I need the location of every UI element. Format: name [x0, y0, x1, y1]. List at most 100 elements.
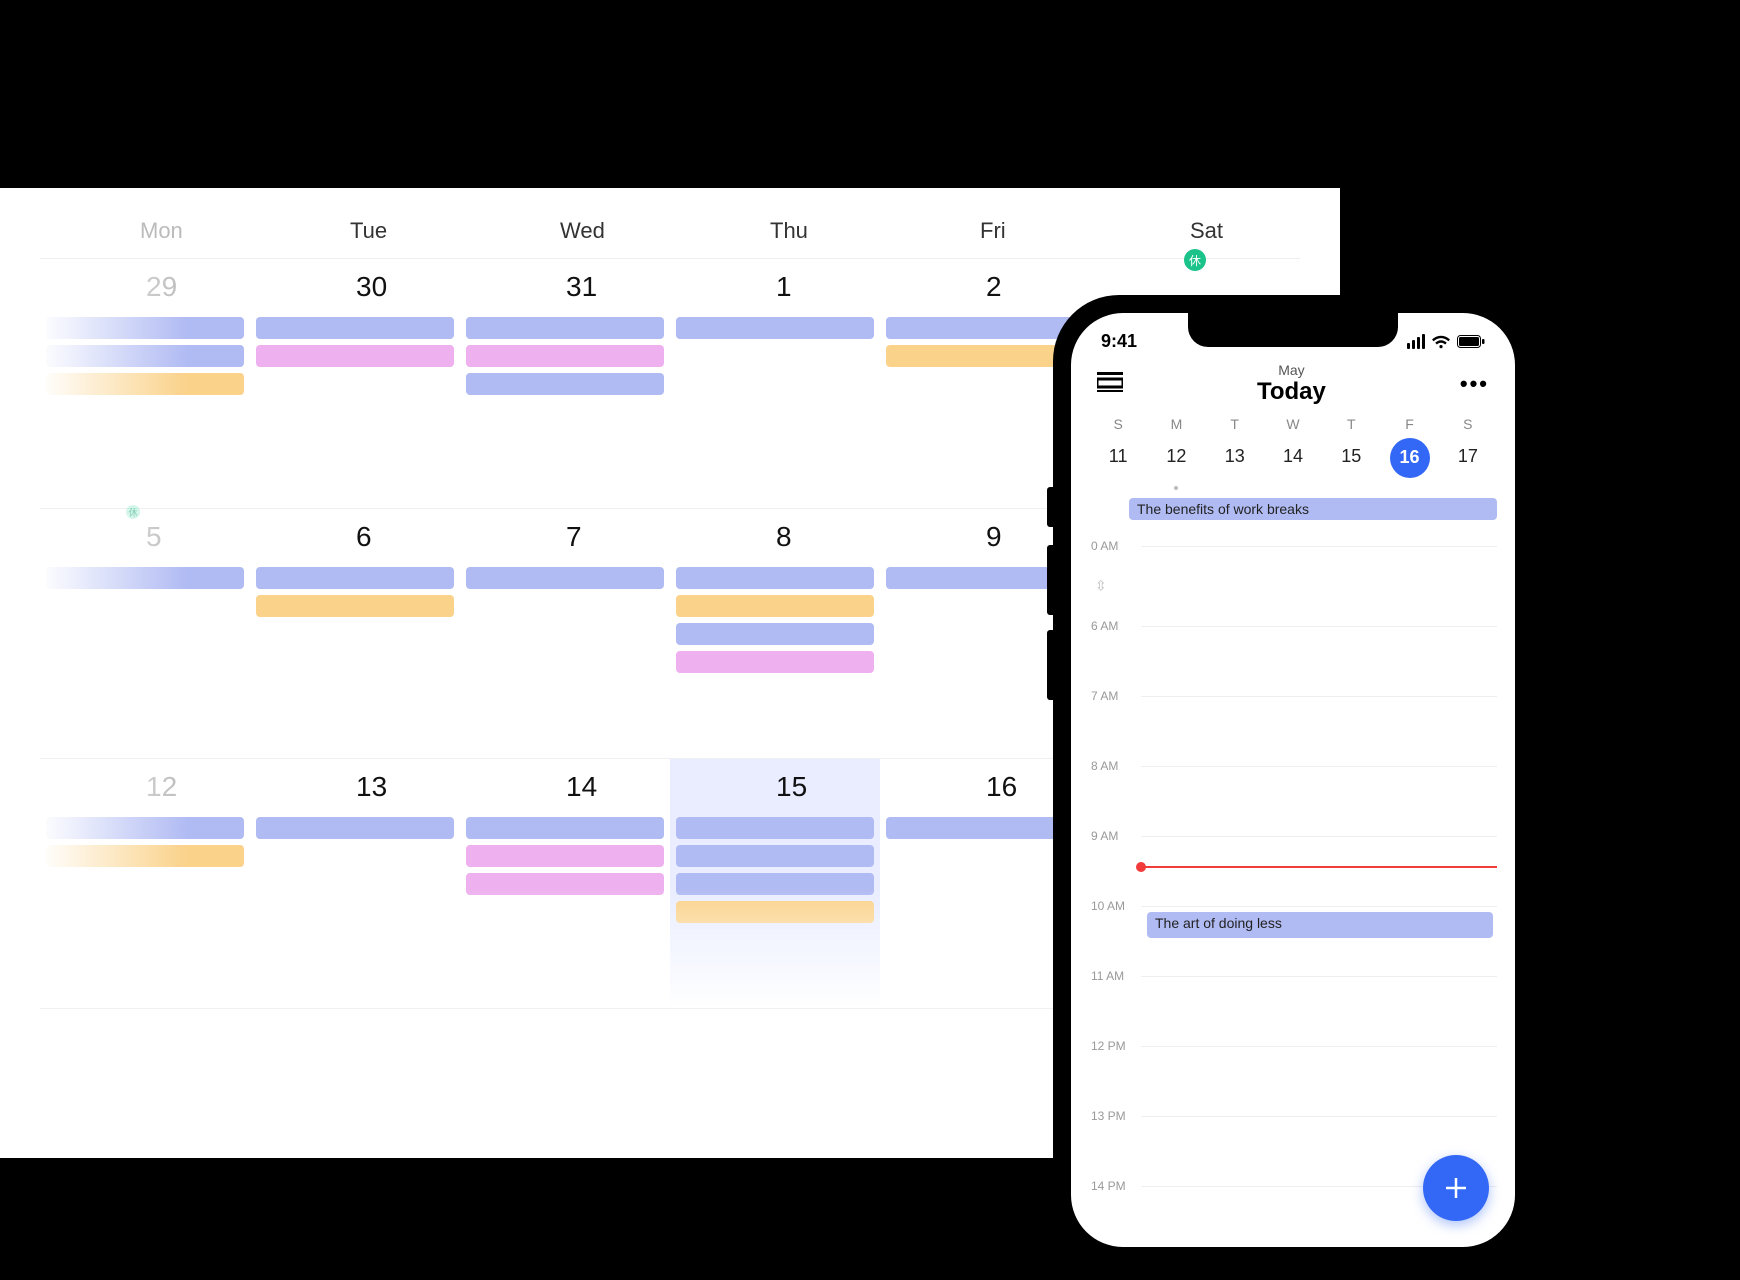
event-bar[interactable]	[676, 901, 874, 923]
event-bar[interactable]	[466, 317, 664, 339]
event-bar[interactable]	[886, 317, 1084, 339]
hour-label: 11 AM	[1091, 969, 1124, 983]
event-bar[interactable]	[676, 817, 874, 839]
hour-gridline	[1141, 696, 1497, 697]
day-cell[interactable]: 12	[40, 759, 250, 1009]
day-cell[interactable]: 8	[670, 509, 880, 759]
event-bar[interactable]	[676, 317, 874, 339]
week-day-number[interactable]: 13	[1206, 438, 1264, 486]
event-bar[interactable]	[46, 845, 244, 867]
event-bar[interactable]	[676, 845, 874, 867]
hour-label: 13 PM	[1091, 1109, 1126, 1123]
day-number: 15	[676, 771, 874, 803]
phone-volume-up	[1047, 545, 1053, 615]
day-timeline[interactable]: 0 AM6 AM7 AM8 AM9 AM10 AM11 AM12 PM13 PM…	[1071, 526, 1515, 1246]
hour-label: 8 AM	[1091, 759, 1118, 773]
event-bar[interactable]	[676, 651, 874, 673]
hour-label: 6 AM	[1091, 619, 1118, 633]
day-cell[interactable]: 14	[460, 759, 670, 1009]
more-menu-button[interactable]: •••	[1460, 371, 1489, 397]
week-day-number[interactable]: 16	[1380, 438, 1438, 486]
week-day-number[interactable]: 11	[1089, 438, 1147, 486]
event-bar[interactable]	[676, 595, 874, 617]
event-bar[interactable]	[466, 567, 664, 589]
wifi-icon	[1431, 335, 1451, 349]
week-day-number[interactable]: 15	[1322, 438, 1380, 486]
event-bar[interactable]	[466, 373, 664, 395]
week-day-number[interactable]: 14	[1264, 438, 1322, 486]
phone-inner-frame: 9:41 May Today	[1067, 309, 1519, 1251]
week-day-number[interactable]: 17	[1439, 438, 1497, 486]
event-bar[interactable]	[676, 873, 874, 895]
event-stack	[46, 317, 244, 395]
week-day-label: S	[1439, 416, 1497, 438]
week-day-number[interactable]: 12	[1147, 438, 1205, 486]
app-header: May Today •••	[1071, 358, 1515, 416]
hour-label: 7 AM	[1091, 689, 1118, 703]
day-cell[interactable]: 15	[670, 759, 880, 1009]
weekday-label: Wed	[460, 218, 670, 244]
event-bar[interactable]	[466, 817, 664, 839]
event-bar[interactable]	[466, 345, 664, 367]
holiday-badge-small: 休	[126, 505, 140, 519]
day-number: 2	[886, 271, 1084, 303]
day-cell[interactable]: 休5	[40, 509, 250, 759]
phone-volume-down	[1047, 630, 1053, 700]
phone-device-frame: 9:41 May Today	[1053, 295, 1533, 1265]
event-bar[interactable]	[256, 567, 454, 589]
day-cell[interactable]: 1	[670, 259, 880, 509]
hour-label: 12 PM	[1091, 1039, 1126, 1053]
day-cell[interactable]: 6	[250, 509, 460, 759]
day-cell[interactable]: 30	[250, 259, 460, 509]
week-day-label: F	[1380, 416, 1438, 438]
collapse-hours-icon[interactable]: ⇳	[1095, 577, 1107, 594]
event-stack	[676, 317, 874, 339]
event-stack	[46, 817, 244, 867]
week-day-numbers-row: 11121314151617	[1071, 438, 1515, 486]
day-cell[interactable]: 29	[40, 259, 250, 509]
view-switch-button[interactable]	[1097, 368, 1123, 399]
day-number: 12	[46, 771, 244, 803]
hour-gridline	[1141, 836, 1497, 837]
cellular-signal-icon	[1407, 334, 1425, 349]
timed-event[interactable]: The art of doing less	[1147, 912, 1493, 938]
event-bar[interactable]	[676, 623, 874, 645]
event-stack	[256, 317, 454, 367]
day-number: 14	[466, 771, 664, 803]
weekday-label: Tue	[250, 218, 460, 244]
add-event-button[interactable]	[1423, 1155, 1489, 1221]
hour-gridline	[1141, 976, 1497, 977]
week-day-label: S	[1089, 416, 1147, 438]
event-bar[interactable]	[46, 817, 244, 839]
status-time: 9:41	[1101, 331, 1137, 352]
day-cell[interactable]: 31	[460, 259, 670, 509]
event-bar[interactable]	[256, 595, 454, 617]
phone-power-button	[1533, 557, 1539, 667]
current-time-indicator	[1141, 866, 1497, 868]
event-bar[interactable]	[46, 373, 244, 395]
holiday-badge: 休	[1184, 249, 1206, 271]
event-bar[interactable]	[256, 817, 454, 839]
header-title[interactable]: May Today	[1257, 362, 1326, 406]
event-bar[interactable]	[256, 345, 454, 367]
day-number: 8	[676, 521, 874, 553]
phone-screen: 9:41 May Today	[1071, 313, 1515, 1247]
day-cell[interactable]: 13	[250, 759, 460, 1009]
weekday-label: Sat	[1090, 218, 1300, 244]
weekday-label: Thu	[670, 218, 880, 244]
event-bar[interactable]	[466, 845, 664, 867]
day-cell[interactable]: 7	[460, 509, 670, 759]
event-bar[interactable]	[256, 317, 454, 339]
event-bar[interactable]	[46, 345, 244, 367]
event-bar[interactable]	[676, 567, 874, 589]
event-stack	[466, 567, 664, 589]
allday-event[interactable]: The benefits of work breaks	[1129, 498, 1497, 520]
day-number: 7	[466, 521, 664, 553]
hour-gridline	[1141, 906, 1497, 907]
event-bar[interactable]	[46, 317, 244, 339]
event-bar[interactable]	[466, 873, 664, 895]
hour-gridline	[1141, 1116, 1497, 1117]
event-bar[interactable]	[46, 567, 244, 589]
hour-gridline	[1141, 1046, 1497, 1047]
event-stack	[256, 567, 454, 617]
